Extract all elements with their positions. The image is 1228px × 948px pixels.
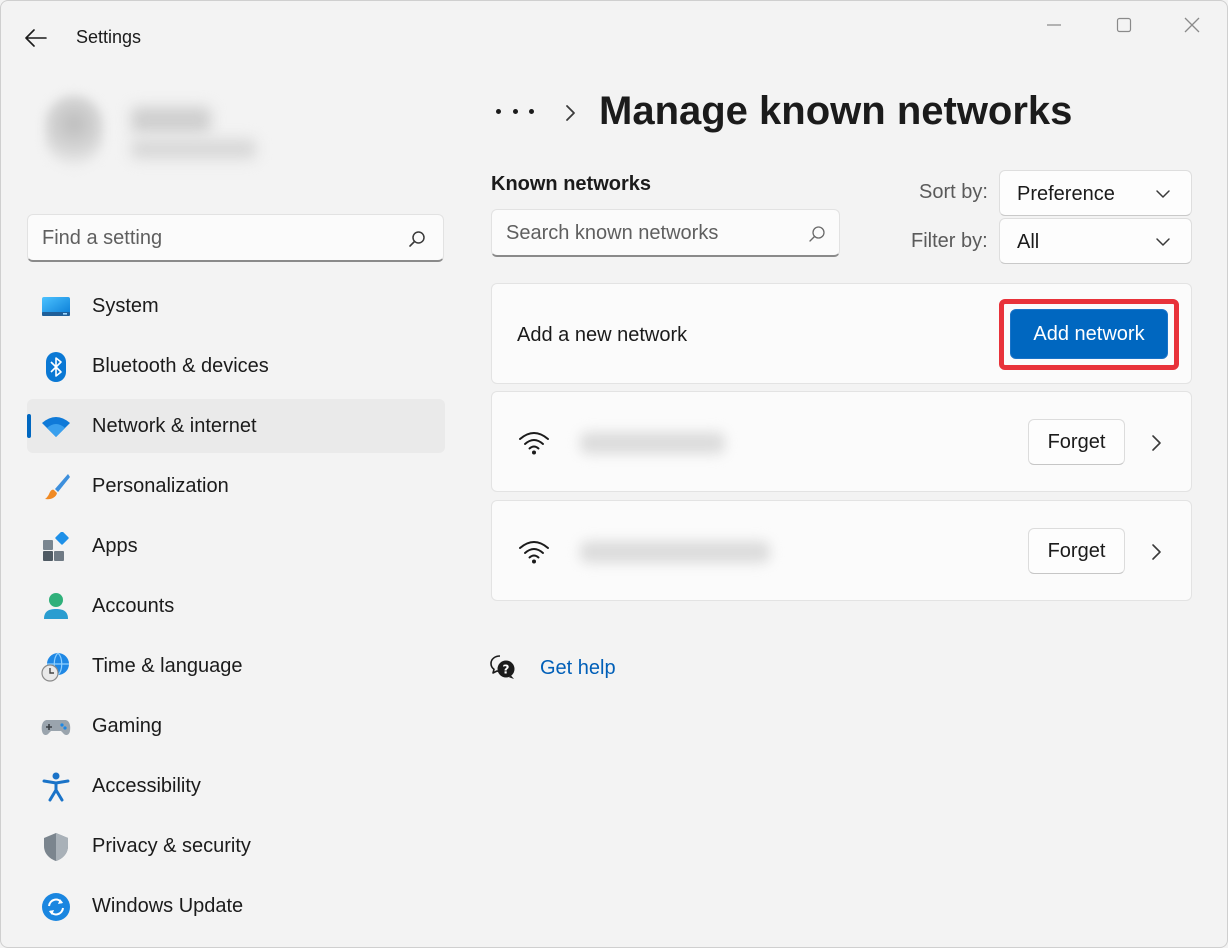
sidebar-item-label: Accessibility — [92, 775, 201, 797]
sidebar-item-label: Privacy & security — [92, 835, 251, 857]
accessibility-icon — [42, 772, 70, 802]
find-setting-box — [27, 214, 444, 262]
sidebar-item-bluetooth[interactable]: Bluetooth & devices — [27, 339, 445, 393]
back-button[interactable] — [21, 23, 51, 53]
sort-by-dropdown[interactable]: Preference — [999, 170, 1192, 216]
minimize-button[interactable] — [1031, 11, 1077, 39]
system-icon — [42, 297, 70, 316]
person-icon — [44, 593, 68, 619]
avatar — [45, 95, 103, 167]
close-icon — [1184, 17, 1200, 33]
forget-button[interactable]: Forget — [1028, 528, 1125, 574]
sidebar-item-label: Apps — [92, 535, 138, 557]
breadcrumb-overflow-button[interactable] — [496, 97, 534, 125]
svg-text:?: ? — [503, 663, 510, 677]
back-arrow-icon — [25, 29, 47, 47]
section-label: Known networks — [491, 173, 652, 195]
sidebar-item-label: Time & language — [92, 655, 243, 677]
sort-by-label: Sort by: — [919, 181, 988, 203]
sidebar-item-label: Personalization — [92, 475, 229, 497]
sidebar-item-accounts[interactable]: Accounts — [27, 579, 445, 633]
wifi-icon — [42, 417, 70, 437]
known-network-row[interactable]: Forget — [491, 500, 1192, 601]
sidebar-item-gaming[interactable]: Gaming — [27, 699, 445, 753]
known-network-row[interactable]: Forget — [491, 391, 1192, 492]
bluetooth-icon — [46, 352, 66, 382]
paintbrush-icon — [45, 474, 70, 500]
globe-clock-icon — [41, 652, 69, 682]
minimize-icon — [1047, 24, 1061, 26]
gamepad-icon — [41, 720, 71, 736]
chevron-down-icon — [1156, 238, 1170, 246]
search-icon[interactable] — [407, 229, 427, 249]
help-chat-icon: ? — [490, 655, 515, 679]
wifi-signal-icon — [519, 541, 549, 564]
chevron-down-icon — [1156, 190, 1170, 198]
chevron-right-icon[interactable] — [1147, 541, 1165, 563]
maximize-icon — [1116, 17, 1132, 33]
ellipsis-dot — [529, 108, 534, 114]
search-icon[interactable] — [807, 224, 827, 244]
user-profile[interactable] — [41, 91, 281, 181]
shield-icon — [44, 833, 68, 861]
chevron-right-icon — [566, 105, 575, 121]
sidebar-item-label: Gaming — [92, 715, 163, 737]
sidebar-item-label: Network & internet — [92, 415, 257, 437]
filter-by-dropdown[interactable]: All — [999, 218, 1192, 264]
sidebar-item-label: System — [92, 295, 159, 317]
add-network-button[interactable]: Add network — [1010, 309, 1168, 359]
profile-email-redacted — [131, 139, 256, 159]
get-help-link[interactable]: Get help — [540, 657, 616, 680]
filter-by-label: Filter by: — [911, 230, 988, 252]
sync-icon — [42, 893, 70, 921]
add-network-label: Add a new network — [517, 324, 688, 346]
sidebar-item-label: Accounts — [92, 595, 175, 617]
find-setting-input[interactable] — [42, 215, 402, 261]
known-networks-search-input[interactable] — [506, 210, 801, 256]
sidebar-item-system[interactable]: System — [27, 279, 445, 333]
settings-window: Settings Syste — [0, 0, 1228, 948]
sidebar-item-accessibility[interactable]: Accessibility — [27, 759, 445, 813]
app-title: Settings — [76, 27, 142, 47]
ellipsis-icon — [496, 108, 501, 114]
sidebar-item-apps[interactable]: Apps — [27, 519, 445, 573]
wifi-signal-icon — [519, 432, 549, 455]
apps-icon — [43, 532, 69, 561]
known-networks-search-box — [491, 209, 840, 257]
maximize-button[interactable] — [1101, 11, 1147, 39]
page-title: Manage known networks — [599, 89, 1073, 133]
network-name-redacted — [580, 541, 770, 563]
filter-by-value: All — [1017, 231, 1040, 253]
sidebar-item-label: Windows Update — [92, 895, 244, 917]
network-name-redacted — [580, 432, 725, 454]
sidebar-item-personalization[interactable]: Personalization — [27, 459, 445, 513]
sidebar-item-network[interactable]: Network & internet — [27, 399, 445, 453]
sort-by-value: Preference — [1017, 183, 1115, 205]
close-button[interactable] — [1169, 11, 1215, 39]
ellipsis-dot — [512, 108, 518, 114]
sidebar-item-time-language[interactable]: Time & language — [27, 639, 445, 693]
sidebar-item-label: Bluetooth & devices — [92, 355, 269, 377]
title-bar: Settings — [1, 1, 1227, 73]
add-network-card: Add a new network Add network — [491, 283, 1192, 384]
sidebar-item-windows-update[interactable]: Windows Update — [27, 879, 445, 933]
sidebar-item-privacy[interactable]: Privacy & security — [27, 819, 445, 873]
chevron-right-icon[interactable] — [1147, 432, 1165, 454]
profile-name-redacted — [131, 107, 211, 133]
sidebar-nav: System Bluetooth & devices Network & int… — [27, 279, 445, 939]
forget-button[interactable]: Forget — [1028, 419, 1125, 465]
